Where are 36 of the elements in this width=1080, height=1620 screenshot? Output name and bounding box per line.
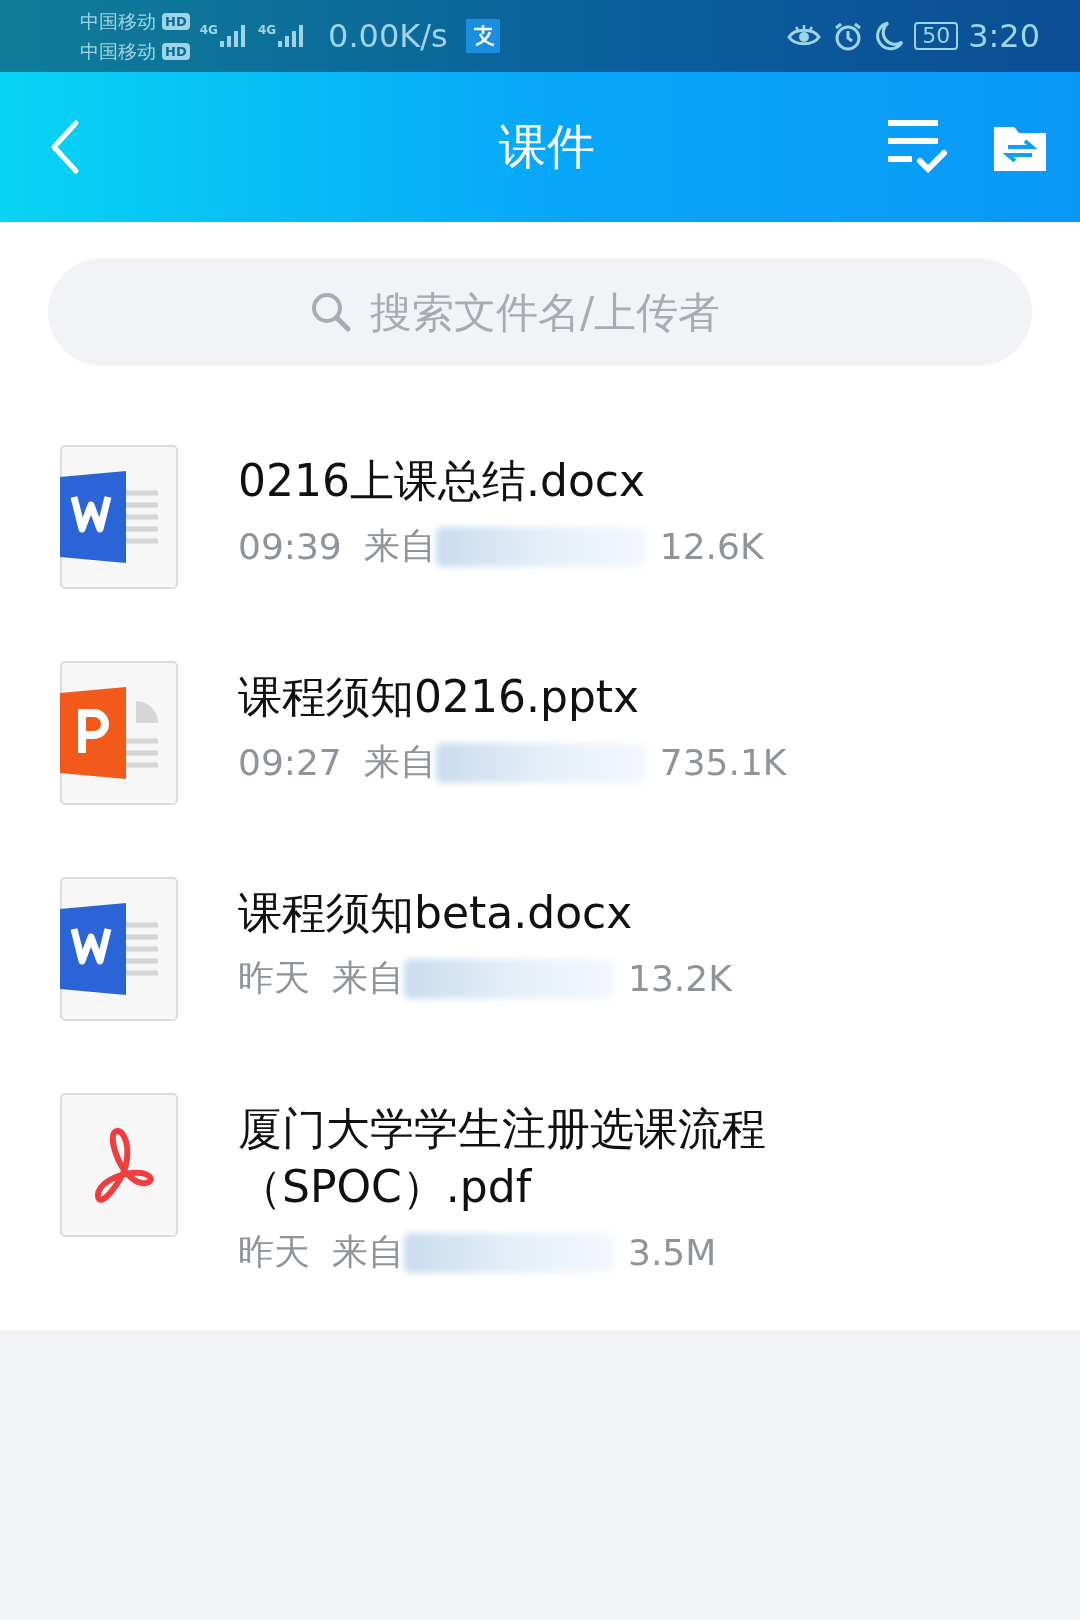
- file-size: 12.6K: [659, 526, 764, 567]
- network-type: 4G: [257, 23, 277, 37]
- file-name[interactable]: 厦门大学学生注册选课流程（SPOC）.pdf: [238, 1100, 998, 1216]
- upload-time: 09:27: [238, 742, 342, 783]
- moon-icon: [874, 20, 905, 52]
- clock-time: 3:20: [968, 17, 1040, 55]
- file-size: 735.1K: [659, 742, 787, 783]
- pdf-file-icon: [60, 1093, 178, 1237]
- file-size: 13.2K: [628, 958, 732, 999]
- upload-time: 09:39: [238, 526, 342, 567]
- upload-time: 昨天: [238, 1230, 310, 1274]
- payment-app-icon: [465, 19, 500, 53]
- word-file-icon: [60, 877, 178, 1021]
- search-icon: [310, 291, 352, 333]
- uploader-label: 来自: [363, 740, 436, 784]
- signal-icon: [217, 23, 248, 49]
- uploader-label: 来自: [363, 524, 436, 568]
- upload-time: 昨天: [238, 956, 310, 1000]
- file-name[interactable]: 课程须知beta.docx: [238, 884, 998, 942]
- uploader-label: 来自: [332, 1230, 404, 1274]
- battery-level: 50: [914, 22, 959, 50]
- hd-badge: HD: [162, 12, 190, 30]
- carrier-name: 中国移动: [80, 9, 156, 34]
- file-name[interactable]: 课程须知0216.pptx: [238, 668, 998, 726]
- word-file-icon: [60, 445, 178, 589]
- presentation-file-icon: [60, 661, 178, 805]
- network-type: 4G: [199, 23, 218, 37]
- network-speed: 0.00K/s: [328, 17, 448, 55]
- uploader-label: 来自: [332, 956, 404, 1000]
- page-title: 课件: [499, 117, 595, 176]
- file-size: 3.5M: [628, 1232, 717, 1273]
- search-field[interactable]: 搜索文件名/上传者: [48, 258, 1032, 366]
- file-name[interactable]: 0216上课总结.docx: [238, 452, 998, 510]
- multi-select-button[interactable]: [886, 119, 948, 175]
- carrier-name: 中国移动: [80, 39, 156, 64]
- hd-badge: HD: [162, 42, 190, 60]
